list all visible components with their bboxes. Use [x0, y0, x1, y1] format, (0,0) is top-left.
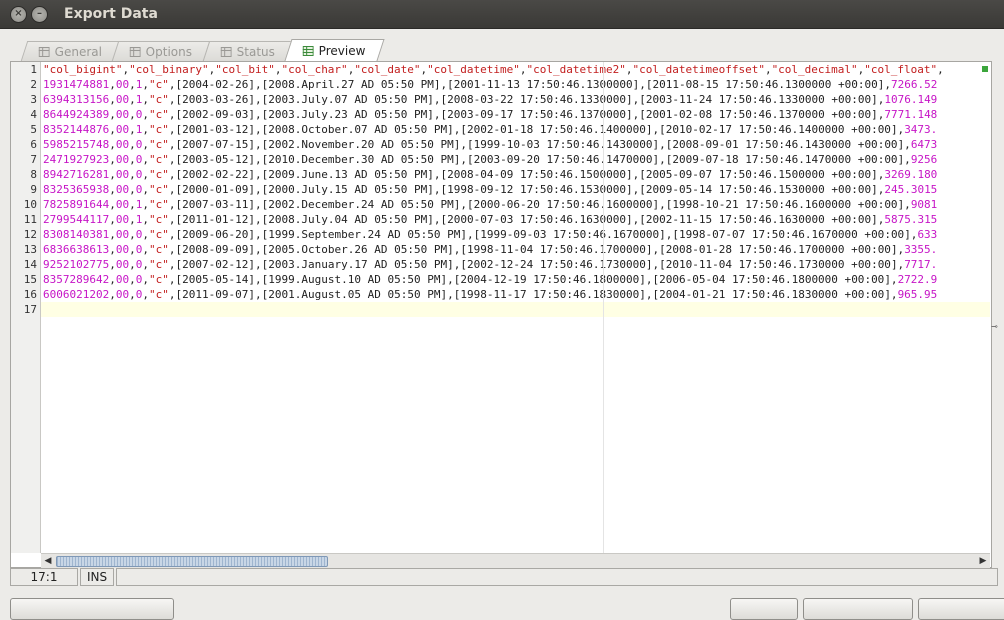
data-line: 9252102775,00,0,"c",[2007-02-12],[2003.J… [41, 257, 990, 272]
status-message-area [116, 568, 998, 586]
tab-status-label: Status [236, 45, 274, 59]
line-number: 10 [11, 197, 40, 212]
line-number: 3 [11, 92, 40, 107]
minimize-icon: – [37, 9, 42, 19]
line-number: 8 [11, 167, 40, 182]
title-bar: × – Export Data [0, 0, 1004, 29]
tab-preview[interactable]: Preview [284, 39, 384, 61]
line-number: 16 [11, 287, 40, 302]
preview-text-area[interactable]: "col_bigint","col_binary","col_bit","col… [41, 62, 990, 553]
line-number: 12 [11, 227, 40, 242]
minimize-window-button[interactable]: – [31, 6, 48, 23]
data-line [41, 302, 990, 317]
data-line: 8942716281,00,0,"c",[2002-02-22],[2009.J… [41, 167, 990, 182]
line-number: 11 [11, 212, 40, 227]
data-line: 8308140381,00,0,"c",[2009-06-20],[1999.S… [41, 227, 990, 242]
horizontal-scrollbar[interactable]: ◀ ▶ [41, 553, 990, 568]
data-line: 2799544117,00,1,"c",[2011-01-12],[2008.J… [41, 212, 990, 227]
line-number: 5 [11, 122, 40, 137]
overview-marker [982, 66, 988, 72]
tab-options[interactable]: Options [112, 41, 211, 61]
tab-status[interactable]: Status [202, 41, 293, 61]
header-line: "col_bigint","col_binary","col_bit","col… [41, 62, 990, 77]
cursor-position: 17:1 [10, 568, 78, 586]
status-bar: 17:1 INS [10, 568, 1000, 586]
right-margin-line [603, 62, 604, 553]
data-line: 6836638613,00,0,"c",[2008-09-09],[2005.O… [41, 242, 990, 257]
data-line: 8357289642,00,0,"c",[2005-05-14],[1999.A… [41, 272, 990, 287]
data-line: 6006021202,00,0,"c",[2011-09-07],[2001.A… [41, 287, 990, 302]
dialog-button-3[interactable] [918, 598, 1004, 620]
table-icon [130, 47, 141, 57]
data-line: 8352144876,00,1,"c",[2001-03-12],[2008.O… [41, 122, 990, 137]
tab-bar: General Options Status Preview [24, 39, 379, 61]
dialog-button-2[interactable] [803, 598, 913, 620]
preview-editor[interactable]: 1234567891011121314151617 "col_bigint","… [10, 61, 992, 568]
scroll-left-icon[interactable]: ◀ [42, 555, 54, 567]
insert-mode-indicator: INS [80, 568, 114, 586]
line-number: 14 [11, 257, 40, 272]
grid-preview-icon [303, 46, 314, 56]
line-number: 7 [11, 152, 40, 167]
line-number: 15 [11, 272, 40, 287]
line-number: 4 [11, 107, 40, 122]
line-number: 2 [11, 77, 40, 92]
close-icon: × [14, 9, 22, 19]
line-number: 1 [11, 62, 40, 77]
tab-general-label: General [55, 45, 102, 59]
line-number: 17 [11, 302, 40, 317]
dialog-button-1[interactable] [730, 598, 798, 620]
table-icon [220, 47, 231, 57]
data-line: 8325365938,00,0,"c",[2000-01-09],[2000.J… [41, 182, 990, 197]
line-number: 9 [11, 182, 40, 197]
close-window-button[interactable]: × [10, 6, 27, 23]
data-line: 2471927923,00,0,"c",[2003-05-12],[2010.D… [41, 152, 990, 167]
tab-preview-label: Preview [319, 44, 366, 58]
table-icon [39, 47, 50, 57]
horizontal-scrollbar-thumb[interactable] [56, 556, 328, 567]
resize-handle-icon[interactable]: ⊸ [991, 322, 998, 331]
data-line: 1931474881,00,1,"c",[2004-02-26],[2008.A… [41, 77, 990, 92]
line-number: 13 [11, 242, 40, 257]
scroll-right-icon[interactable]: ▶ [977, 555, 989, 567]
window-title: Export Data [64, 6, 158, 22]
line-number: 6 [11, 137, 40, 152]
tab-options-label: Options [146, 45, 192, 59]
data-line: 7825891644,00,1,"c",[2007-03-11],[2002.D… [41, 197, 990, 212]
data-line: 5985215748,00,0,"c",[2007-07-15],[2002.N… [41, 137, 990, 152]
bottom-left-button[interactable] [10, 598, 174, 620]
line-number-gutter: 1234567891011121314151617 [11, 62, 41, 553]
data-line: 6394313156,00,1,"c",[2003-03-26],[2003.J… [41, 92, 990, 107]
tab-general[interactable]: General [21, 41, 121, 61]
data-line: 8644924389,00,0,"c",[2002-09-03],[2003.J… [41, 107, 990, 122]
